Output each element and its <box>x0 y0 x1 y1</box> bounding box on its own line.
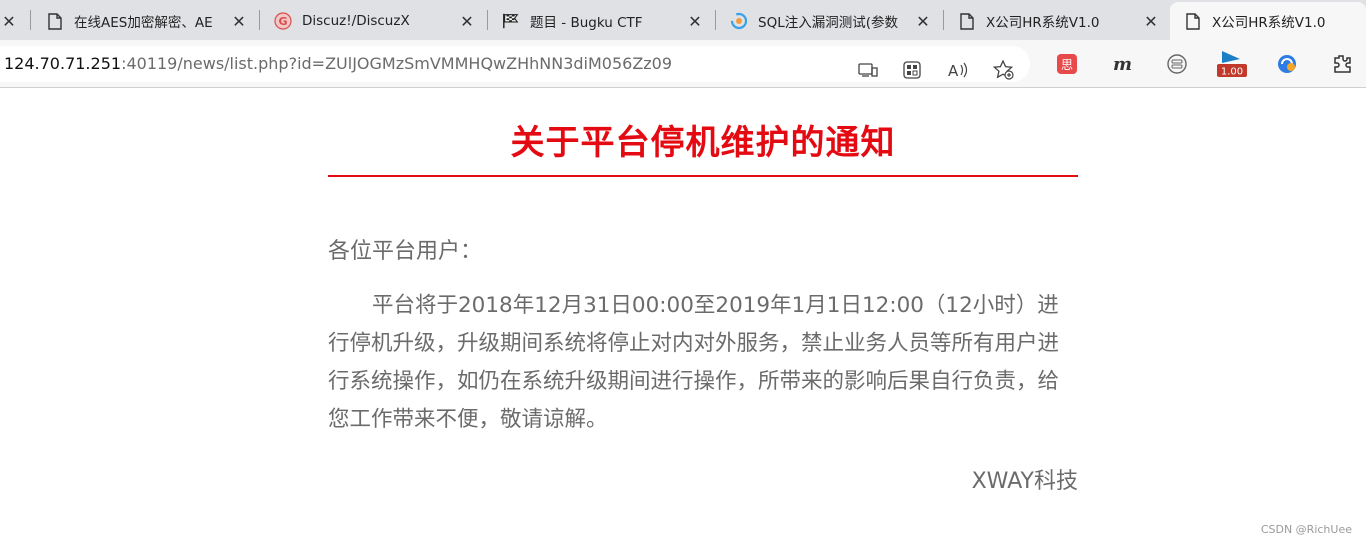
tab-discuz[interactable]: G Discuz!/DiscuzX ✕ <box>260 2 486 40</box>
svg-text:A: A <box>948 62 959 79</box>
tab-hr-1[interactable]: X公司HR系统V1.0 ✕ <box>944 2 1170 40</box>
immersive-reader-icon[interactable] <box>856 58 880 82</box>
url-text[interactable]: 124.70.71.251:40119/news/list.php?id=ZUl… <box>4 54 672 73</box>
tab-title: 题目 - Bugku CTF <box>530 15 643 31</box>
svg-text:G: G <box>278 15 287 28</box>
tab-title: 在线AES加密解密、AE <box>74 15 213 31</box>
url-host: 124.70.71.251 <box>4 54 122 73</box>
close-icon[interactable]: ✕ <box>456 10 478 32</box>
svg-text:m: m <box>1113 54 1132 74</box>
page-icon <box>958 12 976 30</box>
page-icon <box>46 12 64 30</box>
tab-title: X公司HR系统V1.0 <box>1212 15 1326 31</box>
tab-bugku[interactable]: 题目 - Bugku CTF ✕ <box>488 2 714 40</box>
close-icon[interactable]: ✕ <box>684 10 706 32</box>
close-icon[interactable]: ✕ <box>1140 10 1162 32</box>
tab-title: Discuz!/DiscuzX <box>302 13 410 29</box>
tab-strip: ✕ 在线AES加密解密、AE ✕ G Discuz!/DiscuzX ✕ 题目 … <box>0 0 1366 40</box>
close-icon[interactable]: ✕ <box>0 10 20 32</box>
close-icon[interactable]: ✕ <box>912 10 934 32</box>
page-content: 关于平台停机维护的通知 各位平台用户： 平台将于2018年12月31日00:00… <box>0 89 1366 544</box>
page-icon <box>1184 12 1202 30</box>
apps-icon[interactable] <box>900 58 924 82</box>
notice-greeting: 各位平台用户： <box>328 239 483 264</box>
extensions-icon[interactable] <box>1330 52 1354 76</box>
notice-signature: XWAY科技 <box>971 469 1078 494</box>
extension-red-icon[interactable]: 思 <box>1055 52 1079 76</box>
url-path: :40119/news/list.php?id=ZUlJOGMzSmVMMHQw… <box>121 54 673 73</box>
notice-title: 关于平台停机维护的通知 <box>510 123 896 163</box>
tab-title: X公司HR系统V1.0 <box>986 15 1100 31</box>
tab-icon[interactable] <box>1165 52 1189 76</box>
tab-partial[interactable]: ✕ <box>0 2 22 40</box>
address-bar[interactable]: 124.70.71.251:40119/news/list.php?id=ZUl… <box>0 46 1030 82</box>
flag-icon <box>502 12 520 30</box>
tab-sql[interactable]: SQL注入漏洞测试(参数 ✕ <box>716 2 942 40</box>
speed-badge-label: 1.00 <box>1221 67 1243 78</box>
read-aloud-icon[interactable]: A <box>946 58 970 82</box>
speed-badge-icon[interactable]: 1.00 <box>1216 51 1248 78</box>
favorite-add-icon[interactable] <box>992 58 1016 82</box>
csdn-watermark: CSDN @RichUee <box>1260 523 1352 536</box>
title-divider <box>328 175 1078 177</box>
discuz-icon: G <box>274 12 292 30</box>
translate-icon[interactable] <box>1275 52 1299 76</box>
tab-aes[interactable]: 在线AES加密解密、AE ✕ <box>32 2 258 40</box>
svg-text:思: 思 <box>1061 58 1073 72</box>
mozhe-icon <box>730 12 748 30</box>
browser-toolbar: 124.70.71.251:40119/news/list.php?id=ZUl… <box>0 40 1366 88</box>
tab-separator <box>30 10 31 30</box>
tab-hr-active[interactable]: X公司HR系统V1.0 <box>1170 2 1366 40</box>
notice-body: 平台将于2018年12月31日00:00至2019年1月1日12:00（12小时… <box>328 293 1060 432</box>
close-icon[interactable]: ✕ <box>228 10 250 32</box>
tab-title: SQL注入漏洞测试(参数 <box>758 15 898 31</box>
m-icon[interactable]: m <box>1110 52 1134 76</box>
